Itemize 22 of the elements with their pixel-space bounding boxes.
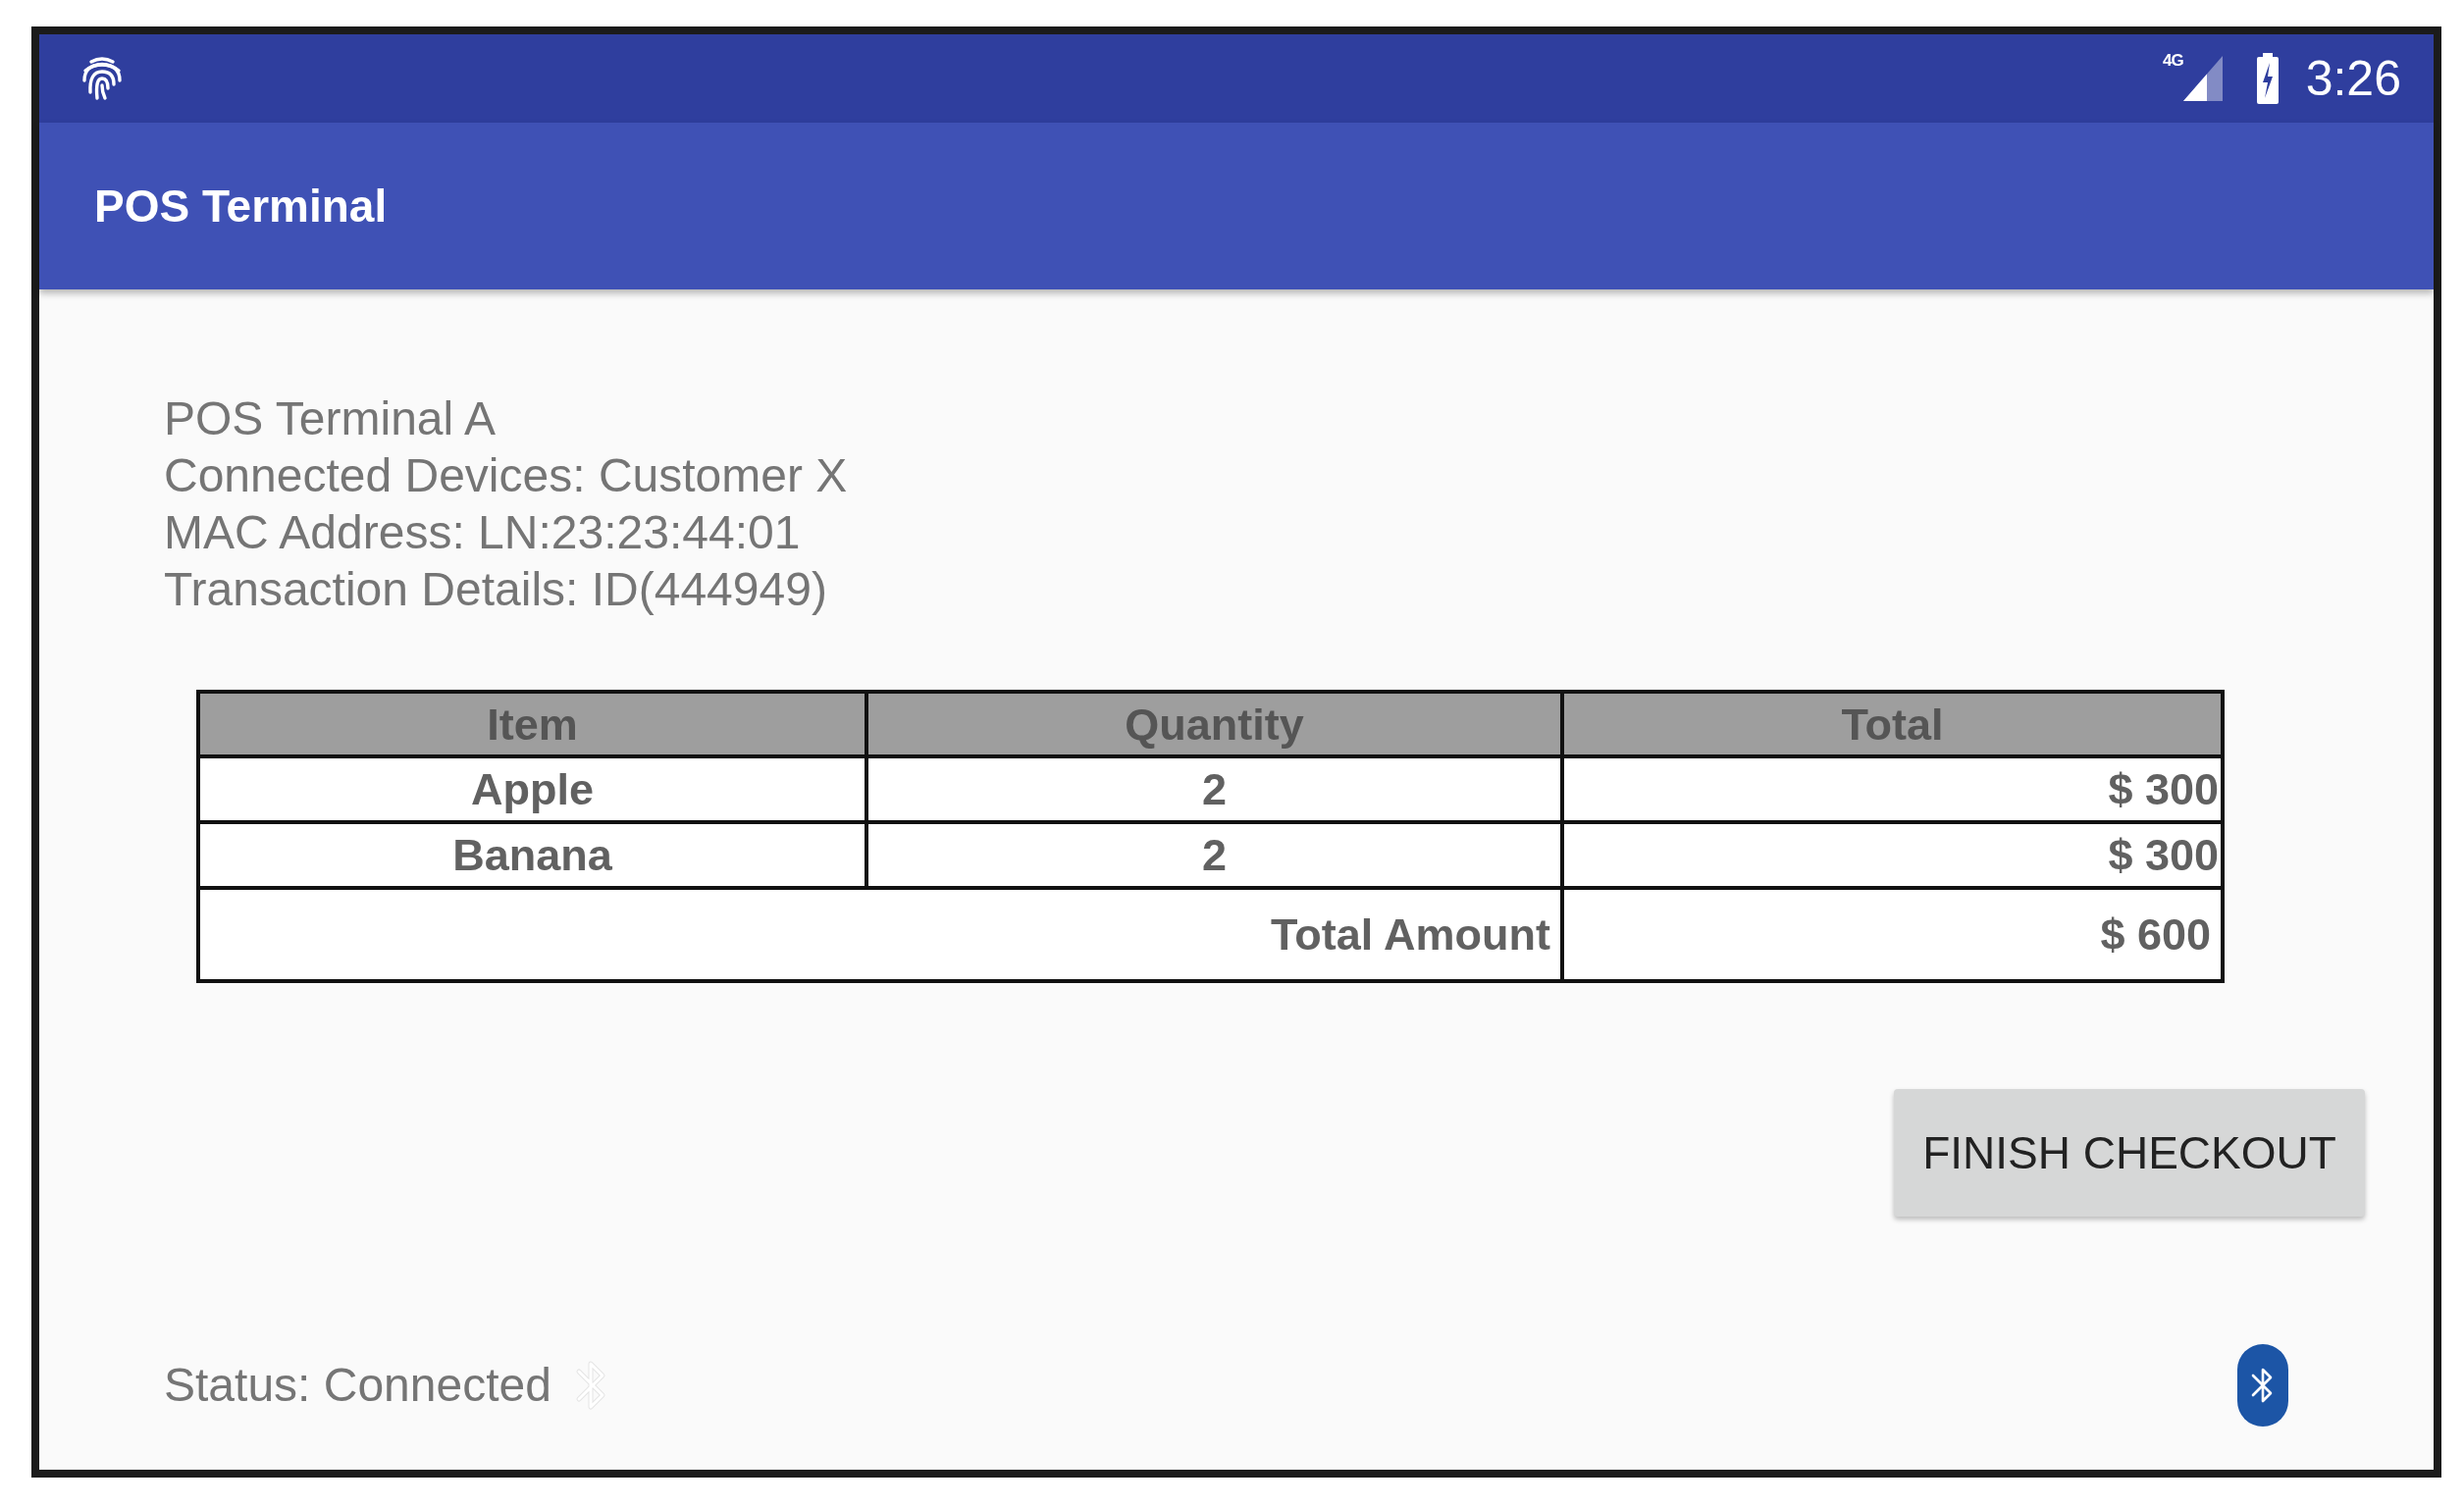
signal-icon xyxy=(2182,56,2223,101)
total-value: $ 600 xyxy=(1562,888,2223,981)
info-text: Transaction Details: ID(444949) xyxy=(164,562,827,617)
info-text: MAC Address: LN:23:23:44:01 xyxy=(164,505,801,560)
column-header: Total xyxy=(1562,692,2223,756)
network-type-label: 4G xyxy=(2163,52,2183,69)
table-cell: Apple xyxy=(198,756,866,822)
info-text: POS Terminal A xyxy=(164,391,496,446)
table-cell: 2 xyxy=(866,822,1562,888)
table-cell: $ 300 xyxy=(1562,822,2223,888)
checkout-button[interactable]: FINISH CHECKOUT xyxy=(1894,1089,2365,1217)
table-cell: $ 300 xyxy=(1562,756,2223,822)
status-text: Status: Connected xyxy=(164,1362,551,1409)
table-cell: 2 xyxy=(866,756,1562,822)
column-header: Item xyxy=(198,692,866,756)
column-header: Quantity xyxy=(866,692,1562,756)
info-text: Connected Devices: Customer X xyxy=(164,448,848,503)
app-title: POS Terminal xyxy=(94,183,388,229)
total-label: Total Amount xyxy=(198,888,1562,981)
status-time: 3:26 xyxy=(2305,54,2401,103)
bluetooth-button-icon[interactable] xyxy=(2237,1344,2288,1427)
table-cell: Banana xyxy=(198,822,866,888)
